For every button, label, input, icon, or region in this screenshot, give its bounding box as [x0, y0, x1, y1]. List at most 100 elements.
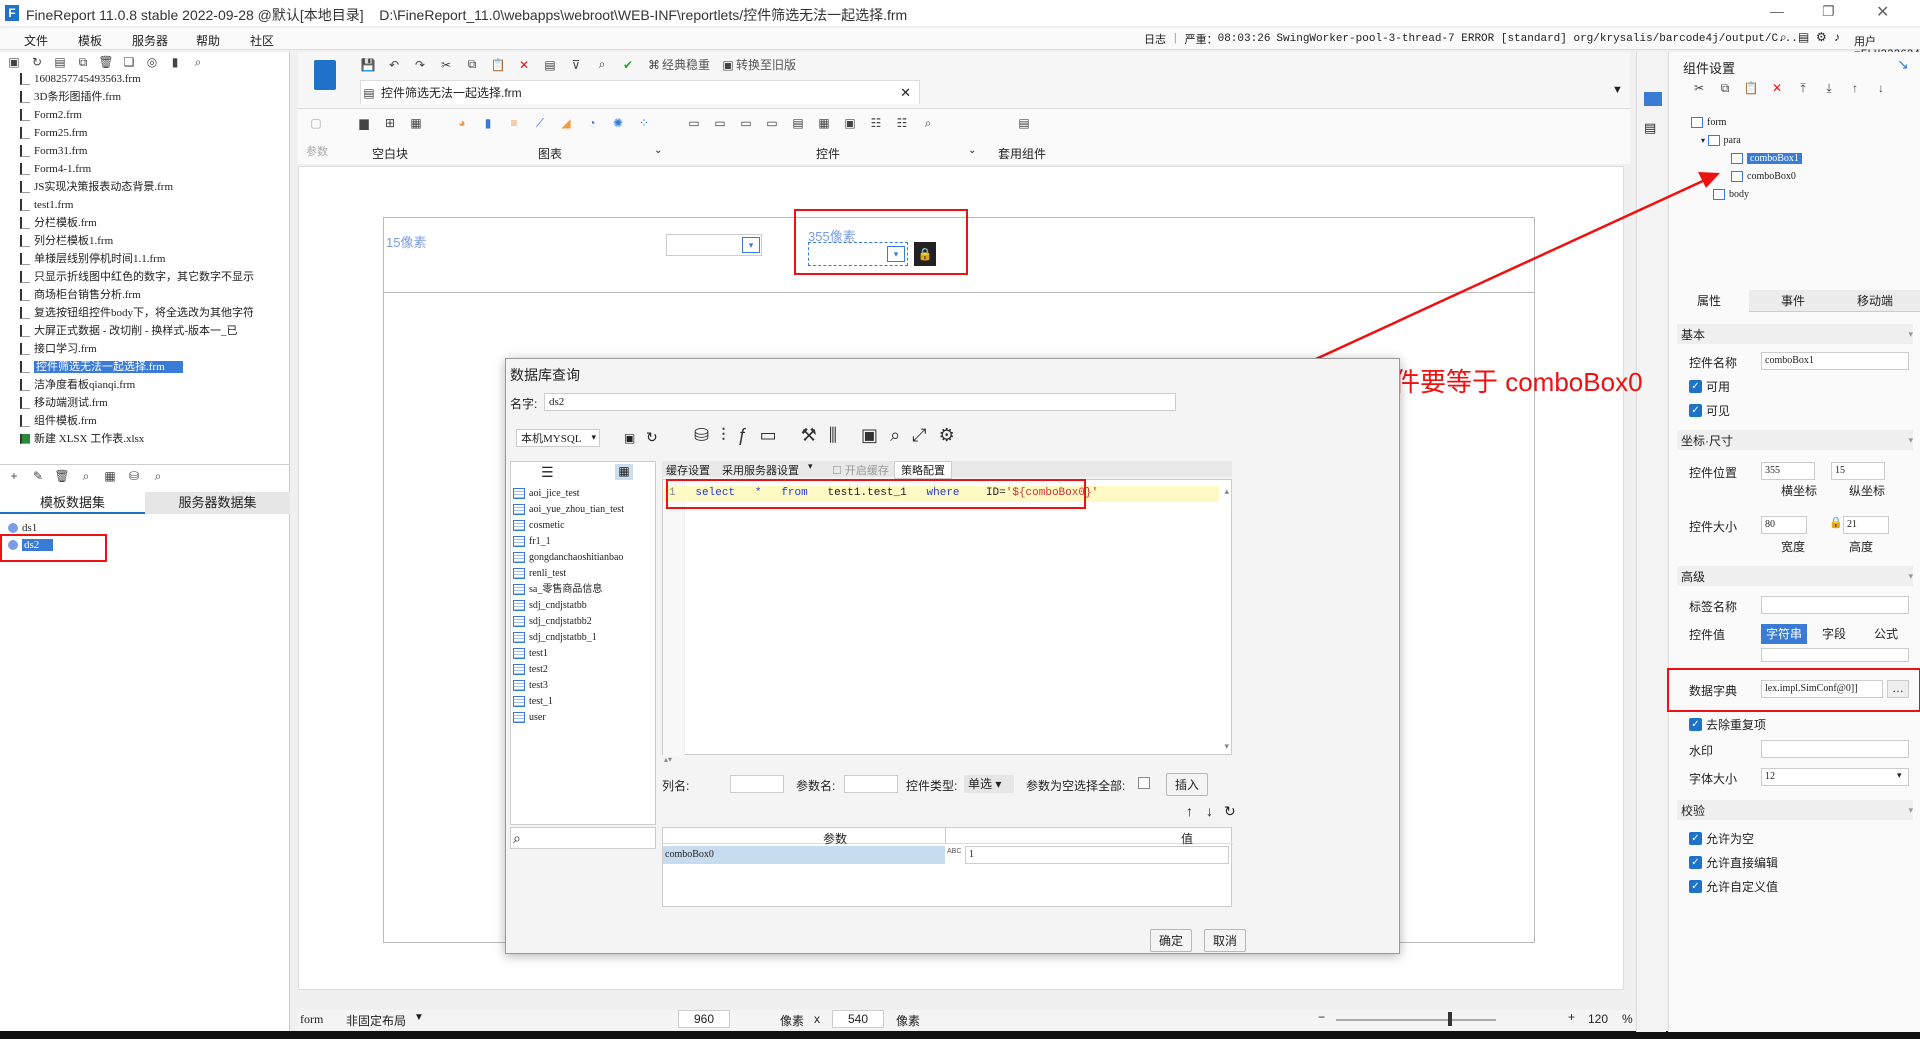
sql-db-icon[interactable]: ⛁ [694, 425, 709, 446]
dataset-item[interactable]: ds1 [8, 522, 37, 534]
move-down-icon[interactable]: ↓ [1206, 803, 1213, 819]
visible-checkbox[interactable]: ✓ 可见 [1689, 402, 1730, 419]
height-input[interactable]: 540 [832, 1010, 884, 1028]
filter-icon[interactable]: ⊽ [568, 57, 584, 73]
file-item[interactable]: 列分栏模板1.frm [20, 232, 282, 250]
log-label[interactable]: 日志 [1144, 31, 1166, 47]
paste-icon[interactable]: 📋 [1743, 80, 1759, 96]
table-item[interactable]: user [513, 710, 655, 726]
watermark-input[interactable] [1761, 740, 1909, 758]
button-icon[interactable]: ▭ [764, 115, 780, 131]
grid-icon[interactable]: ⊞ [382, 115, 398, 131]
param-value-input[interactable]: 1 [965, 846, 1229, 864]
tab-template-datasets[interactable]: 模板数据集 [0, 492, 145, 514]
table-icon[interactable]: ▦ [408, 115, 424, 131]
zoom-out-icon[interactable]: − [1318, 1010, 1325, 1024]
number-icon[interactable]: ▭ [712, 115, 728, 131]
connection-select[interactable]: 本机MYSQL ▾ [516, 429, 600, 447]
table-item[interactable]: renli_test [513, 566, 655, 582]
move-down-icon[interactable]: ↓ [1873, 80, 1889, 96]
database-icon[interactable]: ⛁ [126, 468, 142, 484]
move-bottom-icon[interactable]: ⤓ [1821, 80, 1837, 96]
paste-icon[interactable]: 📋 [490, 57, 506, 73]
move-up-icon[interactable]: ↑ [1847, 80, 1863, 96]
allow-edit-checkbox[interactable]: ✓ 允许直接编辑 [1689, 854, 1778, 871]
table-item[interactable]: gongdanchaoshitianbao [513, 550, 655, 566]
search-icon[interactable]: ⌕ [190, 54, 206, 70]
insert-button[interactable]: 插入 [1166, 773, 1209, 796]
value-tab-formula[interactable]: 公式 [1863, 624, 1909, 644]
file-item[interactable]: JS实现决策报表动态背景.frm [20, 178, 282, 196]
splitter-icon[interactable]: ▴▾ [664, 755, 672, 764]
settings-icon[interactable]: ⚙ [1816, 30, 1827, 44]
usable-checkbox[interactable]: ✓ 可用 [1689, 378, 1730, 395]
zoom-thumb[interactable] [1448, 1012, 1452, 1026]
file-item[interactable]: 大屏正式数据 - 改切削 - 换样式-版本一_已 [20, 322, 282, 340]
bar-chart-icon[interactable]: ▮ [480, 115, 496, 131]
dedup-checkbox[interactable]: ✓ 去除重复项 [1689, 716, 1766, 733]
minimize-icon[interactable]: — [1770, 3, 1784, 19]
magic-wand-icon[interactable]: ⚒ [801, 425, 817, 446]
doc-icon[interactable]: ▤ [1798, 30, 1809, 44]
section-check[interactable]: 校验 ▾ [1677, 800, 1913, 820]
search-icon[interactable]: ⌕ [150, 468, 166, 484]
file-item[interactable]: 分栏模板.frm [20, 214, 282, 232]
move-up-icon[interactable]: ↑ [1186, 803, 1193, 819]
file-item[interactable]: 商场柜台销售分析.frm [20, 286, 282, 304]
param-adjust-icon[interactable]: ⫶ [721, 425, 726, 446]
sql-editor[interactable]: 1 select * from test1.test_1 where ID='$… [662, 479, 1232, 756]
delete-icon[interactable]: 🗑 [98, 54, 114, 70]
table-item[interactable]: test3 [513, 678, 655, 694]
delete-icon[interactable]: ✕ [1769, 80, 1785, 96]
sql-preview-icon[interactable]: ▣ [861, 425, 878, 446]
menu-template[interactable]: 模板 [78, 32, 102, 49]
allow-empty-checkbox[interactable]: ✓ 允许为空 [1689, 830, 1754, 847]
collapse-icon[interactable]: ↘ [1897, 56, 1909, 73]
param-name-input[interactable] [844, 775, 898, 793]
font-size-select[interactable]: 12 [1761, 768, 1909, 786]
strategy-button[interactable]: 策略配置 [894, 461, 952, 479]
section-basic[interactable]: 基本 ▾ [1677, 324, 1913, 344]
cut-icon[interactable]: ✂ [1691, 80, 1707, 96]
control-type-select[interactable]: 单选 ▾ [964, 775, 1014, 793]
restore-icon[interactable]: ❐ [1822, 3, 1835, 20]
zoom-value[interactable]: 120 [1588, 1012, 1608, 1026]
file-item[interactable]: 控件筛选无法一起选择.frm [20, 358, 282, 376]
zoom-in-icon[interactable]: + [1568, 1010, 1575, 1024]
cut-icon[interactable]: ✂ [438, 57, 454, 73]
undo-icon[interactable]: ↶ [386, 57, 402, 73]
file-item[interactable]: 移动端测试.frm [20, 394, 282, 412]
empty-all-checkbox[interactable] [1138, 777, 1150, 789]
template-icon[interactable]: ▤ [542, 57, 558, 73]
table-item[interactable]: sdj_cndjstatbb2 [513, 614, 655, 630]
table-item[interactable]: sa_零售商品信息 [513, 582, 655, 598]
table-item[interactable]: test1 [513, 646, 655, 662]
width-input[interactable]: 960 [678, 1010, 730, 1028]
classic-button[interactable]: ⌘ 经典稳重 [646, 56, 710, 73]
chart-expand-icon[interactable]: ⌄ [654, 145, 662, 156]
sql-icon[interactable]: ▭ [760, 425, 777, 446]
area-chart-icon[interactable]: ◢ [558, 115, 574, 131]
section-advanced[interactable]: 高级 ▾ [1677, 566, 1913, 586]
layers-icon[interactable]: ▤ [1644, 120, 1656, 136]
close-icon[interactable]: ✕ [1876, 2, 1889, 22]
file-item[interactable]: 只显示折线图中红色的数字，其它数字不显示 [20, 268, 282, 286]
suite-icon[interactable]: ▤ [1016, 115, 1032, 131]
name-input[interactable]: comboBox1 [1761, 352, 1909, 370]
copy-icon[interactable]: ⧉ [75, 54, 91, 70]
textbox-icon[interactable]: ▭ [686, 115, 702, 131]
grid-view-icon[interactable]: ▦ [615, 464, 633, 480]
scroll-up-icon[interactable]: ▴ [1224, 486, 1229, 497]
table-item[interactable]: aoi_yue_zhou_tian_test [513, 502, 655, 518]
new-folder-icon[interactable]: ▣ [6, 54, 22, 70]
close-tab-icon[interactable]: ✕ [900, 85, 911, 101]
tree-node-selected[interactable]: comboBox1 [1691, 150, 1911, 168]
file-item[interactable]: 组件模板.frm [20, 412, 282, 430]
file-item[interactable]: Form4-1.frm [20, 160, 282, 178]
allow-custom-checkbox[interactable]: ✓ 允许自定义值 [1689, 878, 1778, 895]
menu-server[interactable]: 服务器 [132, 32, 168, 49]
table-item[interactable]: test_1 [513, 694, 655, 710]
copy-icon[interactable]: ⧉ [1717, 80, 1733, 96]
table-item[interactable]: fr1_1 [513, 534, 655, 550]
zoom-slider[interactable] [1336, 1019, 1496, 1021]
